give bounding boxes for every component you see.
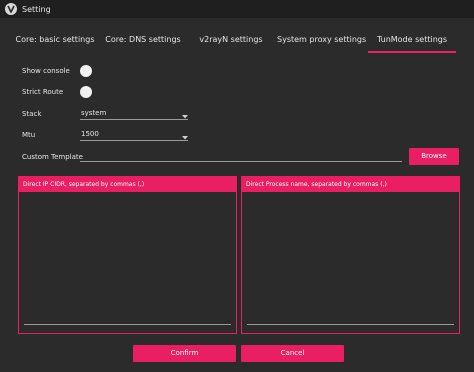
strict-route-label: Strict Route [22,88,64,96]
stack-label: Stack [22,110,42,118]
direct-ip-panel: Direct IP CIDR, separated by commas (,) [18,176,237,334]
tab-v2rayn-settings[interactable]: v2rayN settings [190,28,272,52]
tab-bar: Core: basic settings Core: DNS settings … [0,28,474,53]
tab-system-proxy-settings[interactable]: System proxy settings [277,28,366,52]
direct-process-textarea[interactable] [247,324,454,325]
v2rayn-logo-icon [5,3,17,15]
custom-template-label: Custom Template [22,153,83,161]
custom-template-input[interactable] [80,151,402,162]
window-title: Setting [22,4,51,14]
direct-ip-panel-header: Direct IP CIDR, separated by commas (,) [19,177,236,192]
direct-process-panel: Direct Process name, separated by commas… [241,176,460,334]
tab-tunmode-settings[interactable]: TunMode settings [368,28,456,53]
direct-process-panel-header: Direct Process name, separated by commas… [242,177,459,192]
confirm-button[interactable]: Confirm [133,345,236,362]
mtu-label: Mtu [22,131,36,139]
show-console-toggle[interactable] [80,65,92,77]
browse-button[interactable]: Browse [409,148,459,165]
tab-core-dns-settings[interactable]: Core: DNS settings [104,28,182,52]
mtu-select[interactable]: 1500 [80,128,188,141]
chevron-down-icon [182,132,188,144]
title-bar: Setting [0,0,474,18]
mtu-select-value: 1500 [81,130,99,138]
cancel-button[interactable]: Cancel [241,345,344,362]
stack-select-value: system [81,109,107,117]
strict-route-toggle[interactable] [80,86,92,98]
chevron-down-icon [182,111,188,123]
show-console-label: Show console [22,67,70,75]
tab-core-basic-settings[interactable]: Core: basic settings [14,28,96,52]
stack-select[interactable]: system [80,107,188,120]
direct-ip-textarea[interactable] [24,324,231,325]
